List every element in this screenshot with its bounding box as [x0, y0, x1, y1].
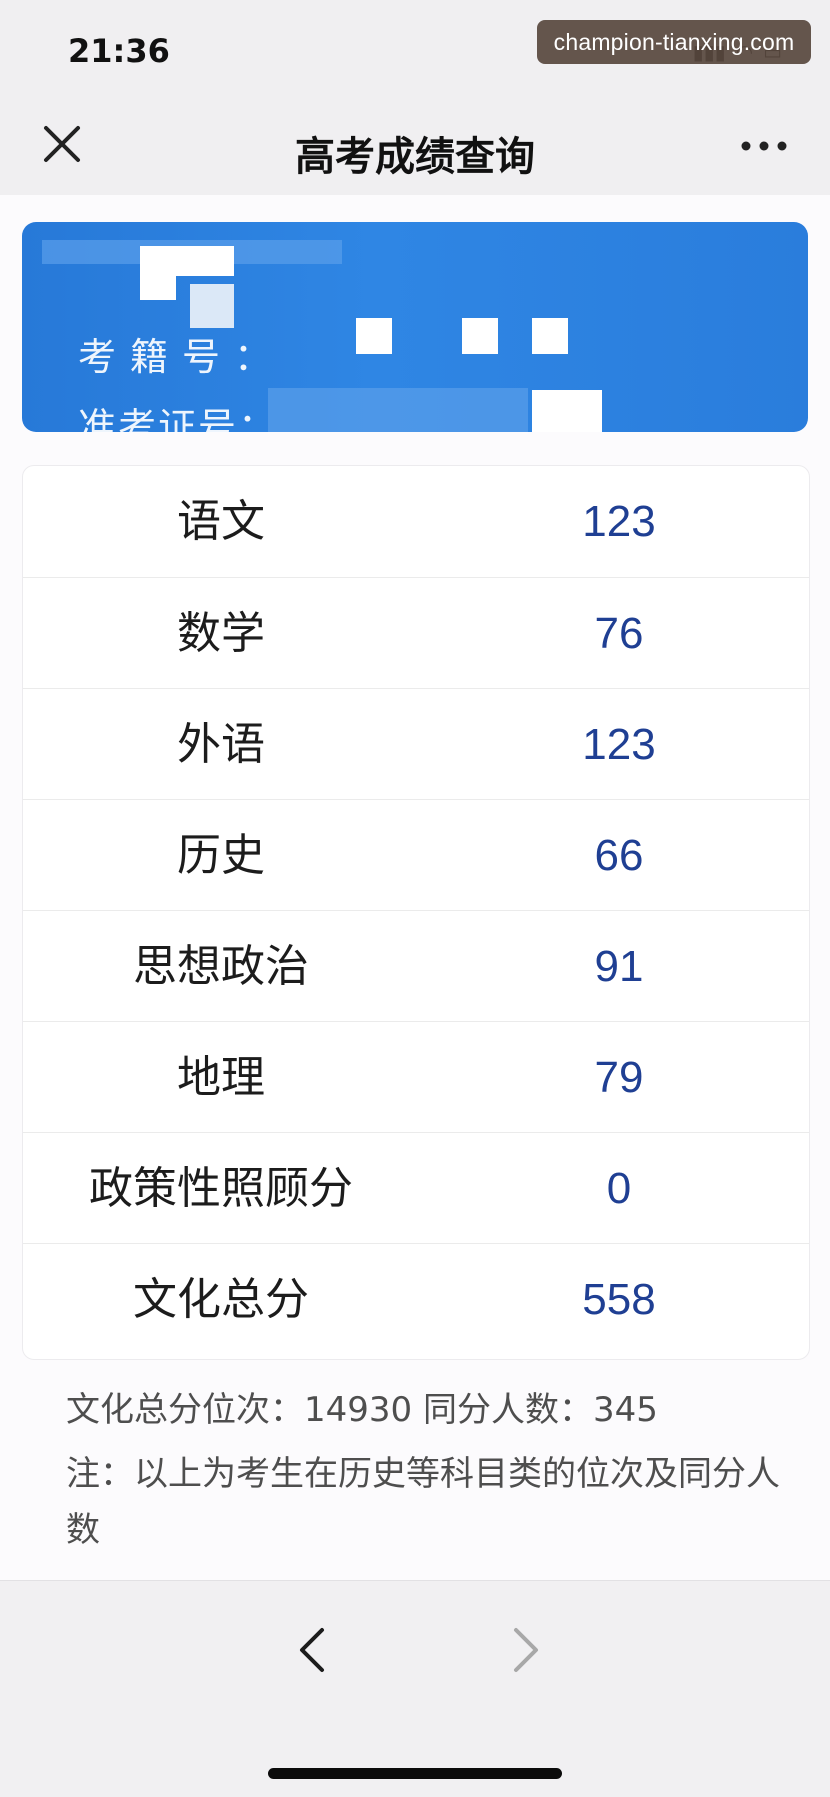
score-row: 地理 79 [23, 1021, 809, 1133]
candidate-info-card: 考籍号： 准考证号： [22, 222, 808, 432]
ticket-number-label: 准考证号： [78, 405, 279, 432]
subject-name: 历史 [177, 830, 265, 881]
forward-button[interactable] [500, 1622, 548, 1678]
score-row: 外语 123 [23, 688, 809, 800]
score-table: 语文 123 数学 76 外语 123 历史 66 思想政治 91 地理 79 … [22, 465, 810, 1360]
score-row: 文化总分 558 [23, 1243, 809, 1355]
subject-name: 文化总分 [133, 1274, 309, 1325]
subject-score: 66 [594, 831, 644, 880]
redacted-ticket-number [532, 390, 602, 432]
watermark-label: champion-tianxing.com [537, 20, 811, 64]
registration-number-label: 考籍号： [78, 335, 287, 379]
redacted-mark [140, 246, 176, 300]
subject-score: 79 [594, 1053, 644, 1102]
redacted-ticket-number [268, 388, 528, 432]
score-row: 政策性照顾分 0 [23, 1132, 809, 1244]
subject-name: 思想政治 [133, 941, 309, 992]
score-row: 历史 66 [23, 799, 809, 911]
redacted-registration-number [356, 318, 392, 354]
subject-score: 91 [594, 942, 644, 991]
score-row: 数学 76 [23, 577, 809, 689]
redacted-mark [190, 284, 234, 328]
subject-score: 123 [582, 497, 656, 546]
subject-name: 语文 [177, 496, 265, 547]
redacted-mark [176, 246, 234, 276]
chevron-left-icon [300, 1628, 324, 1672]
score-row: 语文 123 [23, 466, 809, 577]
subject-name: 地理 [177, 1052, 265, 1103]
subject-name: 外语 [177, 719, 265, 770]
subject-name: 政策性照顾分 [89, 1163, 353, 1214]
bottom-toolbar [0, 1580, 830, 1797]
status-time: 21:36 [68, 32, 170, 70]
subject-name: 数学 [177, 608, 265, 659]
more-options-button[interactable] [738, 128, 790, 164]
back-button[interactable] [290, 1622, 338, 1678]
footnote: 注：以上为考生在历史等科目类的位次及同分人数 [66, 1454, 780, 1550]
chevron-right-icon [514, 1628, 538, 1672]
redacted-registration-number [462, 318, 498, 354]
subject-score: 123 [582, 720, 656, 769]
more-dots-icon [741, 141, 787, 151]
score-row: 思想政治 91 [23, 910, 809, 1022]
page-title: 高考成绩查询 [295, 134, 535, 180]
subject-score: 0 [606, 1164, 632, 1213]
subject-score: 76 [594, 609, 644, 658]
redacted-registration-number [532, 318, 568, 354]
subject-score: 558 [582, 1275, 656, 1324]
total-rank-summary: 文化总分位次：14930 同分人数：345 [66, 1390, 658, 1430]
home-indicator [268, 1768, 562, 1779]
